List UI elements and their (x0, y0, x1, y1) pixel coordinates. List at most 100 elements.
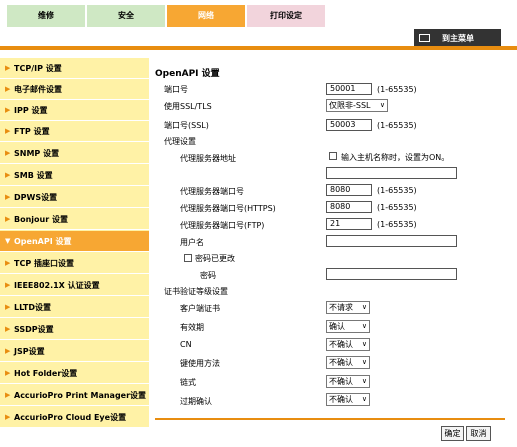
chain-label: 链式 (180, 378, 196, 387)
key-usage-select[interactable]: 不确认 ∨ (326, 356, 370, 369)
username-input[interactable] (326, 235, 457, 247)
port-input[interactable]: 50001 (326, 83, 372, 95)
sidebar-item-hot-folder[interactable]: ▶ Hot Folder设置 (0, 363, 149, 384)
arrow-right-icon: ▶ (5, 171, 11, 179)
proxy-https-input[interactable]: 8080 (326, 201, 372, 213)
validity-select[interactable]: 确认 ∨ (326, 320, 370, 333)
arrow-right-icon: ▶ (5, 64, 11, 72)
chain-select-value: 不确认 (329, 377, 353, 386)
proxy-ftp-label: 代理服务器端口号(FTP) (180, 221, 265, 230)
arrow-right-icon: ▶ (5, 369, 11, 377)
footer-divider (155, 418, 505, 420)
proxy-https-range: (1-65535) (377, 203, 417, 212)
port-range: (1-65535) (377, 85, 417, 94)
proxy-port-label: 代理服务器端口号 (180, 187, 244, 196)
chevron-down-icon: ∨ (361, 322, 367, 330)
arrow-right-icon: ▶ (5, 259, 11, 267)
cn-select[interactable]: 不确认 ∨ (326, 338, 370, 351)
proxy-port-input[interactable]: 8080 (326, 184, 372, 196)
proxy-port-range: (1-65535) (377, 186, 417, 195)
sidebar: ▶ TCP/IP 设置 ▶ 电子邮件设置 ▶ IPP 设置 ▶ FTP 设置 ▶ SNMP… (0, 58, 149, 428)
password-input[interactable] (326, 268, 457, 280)
port-ssl-input[interactable]: 50003 (326, 119, 372, 131)
arrow-right-icon: ▶ (5, 127, 11, 135)
ssl-select[interactable]: 仅限非-SSL ∨ (326, 99, 388, 112)
chevron-down-icon: ∨ (361, 303, 367, 311)
port-label: 端口号 (164, 85, 188, 94)
sidebar-item-ieee8021x[interactable]: ▶ IEEE802.1X 认证设置 (0, 275, 149, 296)
sidebar-item-bonjour[interactable]: ▶ Bonjour 设置 (0, 209, 149, 230)
proxy-hostname-checkbox[interactable] (329, 152, 337, 160)
client-cert-select-value: 不请求 (329, 303, 353, 312)
ssl-select-value: 仅限非-SSL (329, 101, 371, 110)
sidebar-item-jsp[interactable]: ▶ JSP设置 (0, 341, 149, 362)
arrow-right-icon: ▶ (5, 347, 11, 355)
chevron-down-icon: ∨ (361, 395, 367, 403)
sidebar-item-cloud-eye[interactable]: ▶ AccurioPro Cloud Eye设置 (0, 407, 149, 428)
cancel-button[interactable]: 取消 (466, 426, 491, 441)
proxy-https-label: 代理服务器端口号(HTTPS) (180, 204, 276, 213)
cn-select-value: 不确认 (329, 340, 353, 349)
proxy-ftp-range: (1-65535) (377, 220, 417, 229)
tab-network[interactable]: 网络 (167, 5, 245, 27)
proxy-address-label: 代理服务器地址 (180, 154, 236, 163)
key-usage-select-value: 不确认 (329, 358, 353, 367)
sidebar-item-snmp[interactable]: ▶ SNMP 设置 (0, 143, 149, 164)
sidebar-item-openapi[interactable]: ▼ OpenAPI 设置 (0, 231, 149, 252)
menu-icon (419, 34, 430, 42)
proxy-address-input[interactable] (326, 167, 457, 179)
proxy-ftp-input[interactable]: 21 (326, 218, 372, 230)
validity-select-value: 确认 (329, 322, 345, 331)
chevron-down-icon: ∨ (361, 377, 367, 385)
client-cert-label: 客户端证书 (180, 304, 220, 313)
sidebar-item-ssdp[interactable]: ▶ SSDP设置 (0, 319, 149, 340)
chain-select[interactable]: 不确认 ∨ (326, 375, 370, 388)
password-changed-label: 密码已更改 (195, 254, 235, 263)
ok-button[interactable]: 确定 (441, 426, 464, 441)
chevron-down-icon: ∨ (361, 340, 367, 348)
arrow-right-icon: ▶ (5, 215, 11, 223)
tab-print-settings[interactable]: 打印设定 (247, 5, 325, 27)
password-label: 密码 (200, 271, 216, 280)
arrow-right-icon: ▶ (5, 303, 11, 311)
key-usage-label: 键使用方法 (180, 359, 220, 368)
arrow-right-icon: ▶ (5, 281, 11, 289)
sidebar-item-print-manager[interactable]: ▶ AccurioPro Print Manager设置 (0, 385, 149, 406)
expiry-select[interactable]: 不确认 ∨ (326, 393, 370, 406)
chevron-down-icon: ∨ (361, 358, 367, 366)
ssl-label: 使用SSL/TLS (164, 102, 212, 111)
client-cert-select[interactable]: 不请求 ∨ (326, 301, 370, 314)
sidebar-item-ftp[interactable]: ▶ FTP 设置 (0, 121, 149, 142)
expiry-select-value: 不确认 (329, 395, 353, 404)
sidebar-item-tcpip[interactable]: ▶ TCP/IP 设置 (0, 58, 149, 79)
tab-security[interactable]: 安全 (87, 5, 165, 27)
sidebar-item-tcp-socket[interactable]: ▶ TCP 插座口设置 (0, 253, 149, 274)
validity-label: 有效期 (180, 323, 204, 332)
tab-underline (0, 46, 517, 50)
cn-label: CN (180, 340, 192, 349)
arrow-right-icon: ▶ (5, 325, 11, 333)
sidebar-item-lltd[interactable]: ▶ LLTD设置 (0, 297, 149, 318)
port-ssl-label: 端口号(SSL) (164, 121, 209, 130)
arrow-right-icon: ▶ (5, 391, 11, 399)
sidebar-item-dpws[interactable]: ▶ DPWS设置 (0, 187, 149, 208)
tab-maintenance[interactable]: 维修 (7, 5, 85, 27)
proxy-hostname-checkbox-label: 输入主机名称时，设置为ON。 (341, 153, 450, 162)
page-title: OpenAPI 设置 (155, 69, 220, 79)
sidebar-item-ipp[interactable]: ▶ IPP 设置 (0, 100, 149, 121)
sidebar-item-smb[interactable]: ▶ SMB 设置 (0, 165, 149, 186)
cert-section-label: 证书验证等级设置 (164, 287, 228, 296)
username-label: 用户名 (180, 238, 204, 247)
arrow-right-icon: ▶ (5, 193, 11, 201)
arrow-right-icon: ▶ (5, 85, 11, 93)
chevron-down-icon: ∨ (379, 101, 385, 109)
arrow-right-icon: ▶ (5, 106, 11, 114)
expiry-label: 过期确认 (180, 397, 212, 406)
sidebar-item-email[interactable]: ▶ 电子邮件设置 (0, 79, 149, 100)
arrow-right-icon: ▶ (5, 149, 11, 157)
arrow-right-icon: ▶ (5, 413, 11, 421)
password-changed-checkbox[interactable] (184, 254, 192, 262)
proxy-section-label: 代理设置 (164, 137, 196, 146)
port-ssl-range: (1-65535) (377, 121, 417, 130)
arrow-down-icon: ▼ (5, 237, 11, 245)
